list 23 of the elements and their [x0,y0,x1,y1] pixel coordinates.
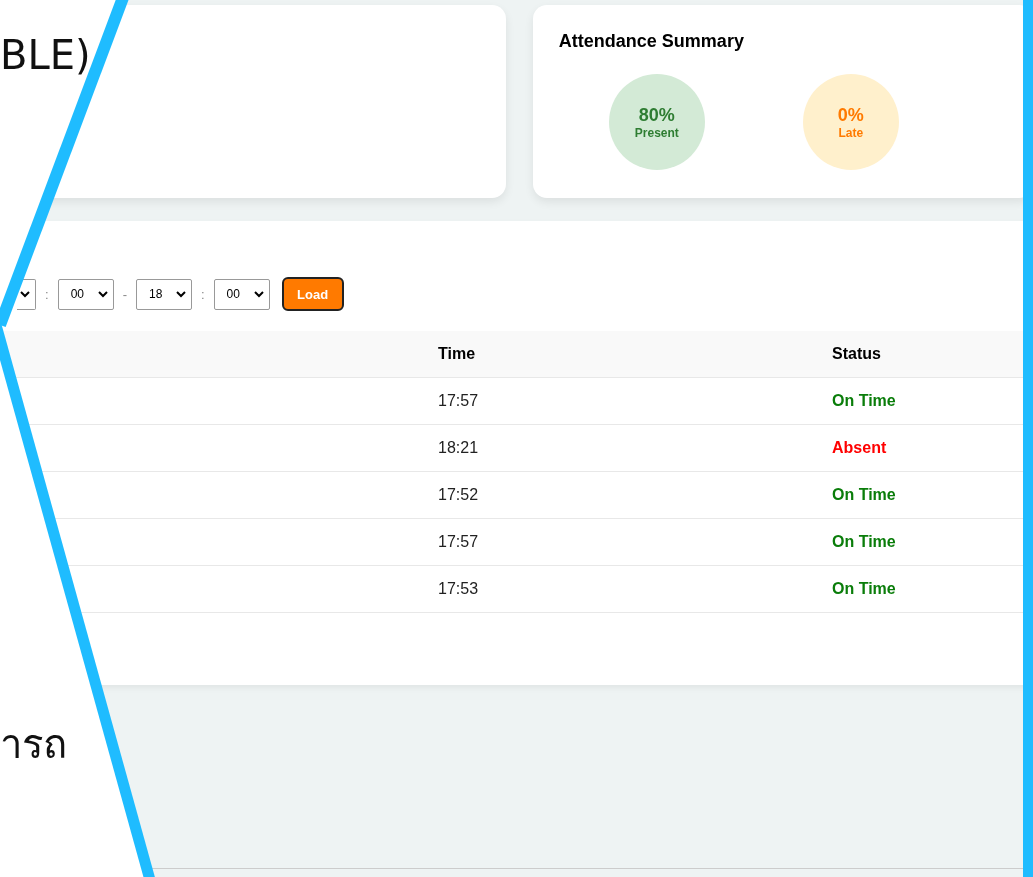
status-cell-text: On Time [832,486,897,504]
status-cell-text: On Time [832,533,897,551]
separator-text: : [45,286,49,302]
time-select[interactable]: 00 [213,278,270,310]
column-header: Status [832,345,882,363]
slide-text: ารถ [0,720,67,769]
time-cell-text: 17:53 [438,580,480,598]
time-cell-text: 18:21 [438,439,480,457]
time-cell-text: 17:57 [438,533,480,551]
time-select[interactable]: 00 [57,278,114,310]
stat-circle: 80% Present [608,74,705,170]
separator-text: : [200,286,205,302]
status-cell-text: Absent [832,439,888,457]
separator-text: - [122,286,127,302]
status-cell-text: On Time [832,392,897,410]
status-cell-text: On Time [832,580,897,598]
slide-text: BLE) [0,32,91,78]
time-select[interactable]: 18 [135,278,192,310]
time-cell-text: 17:57 [438,392,480,410]
summary-title: Attendance Summary [558,31,745,52]
column-header: Time [438,345,477,363]
stat-circle: 0% Late [802,74,899,170]
time-cell-text: 17:52 [438,486,480,504]
